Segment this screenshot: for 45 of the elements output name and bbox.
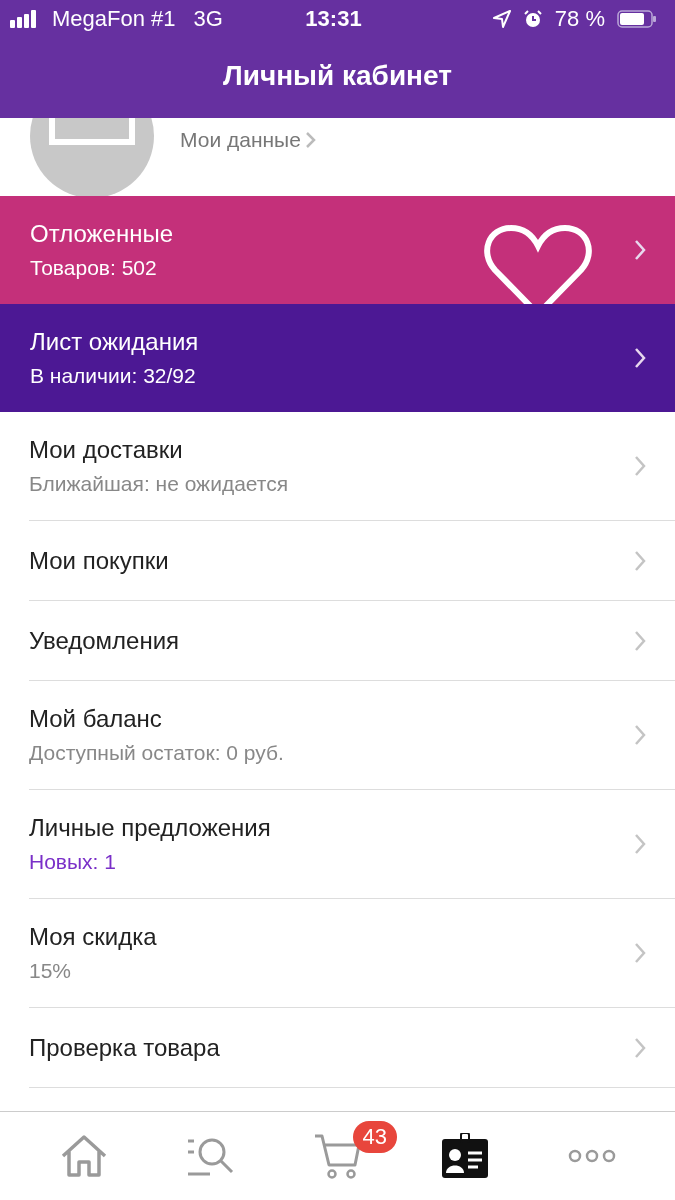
- chevron-icon: [633, 941, 647, 965]
- row-title: Проверка товара: [29, 1033, 221, 1062]
- row-title: Личные предложения: [29, 814, 272, 842]
- row-subtitle: Новых: 1: [29, 850, 117, 874]
- row-subtitle: Ближайшая: не ожидается: [29, 472, 290, 496]
- chevron-icon: [633, 454, 647, 478]
- location-arrow-icon: [492, 10, 511, 28]
- menu-row[interactable]: Мой баланс Доступный остаток: 0 руб.: [29, 681, 675, 790]
- cart-count-badge: 43: [352, 1121, 397, 1153]
- card-title: Лист ожидания: [30, 328, 200, 356]
- chevron-icon: [633, 238, 647, 262]
- menu-row[interactable]: Мои покупки: [29, 521, 675, 601]
- menu-row[interactable]: Моя скидка 15%: [29, 899, 675, 1008]
- chevron-icon: [633, 723, 647, 747]
- menu-row[interactable]: Проверка товара: [29, 1008, 675, 1088]
- chevron-icon: [304, 130, 317, 150]
- chevron-icon: [633, 346, 647, 370]
- id-badge-icon: [440, 1133, 489, 1179]
- carrier-name: MegaFon #1: [52, 6, 176, 32]
- my-data-link[interactable]: Мои данные: [180, 128, 317, 152]
- menu-row[interactable]: Личные предложения Новых: 1: [29, 790, 675, 899]
- battery-percent: 78 %: [554, 6, 605, 32]
- row-title: Моя скидка: [29, 923, 158, 951]
- menu-row[interactable]: Уведомления: [29, 601, 675, 681]
- network-type: 3G: [193, 6, 223, 32]
- menu-card[interactable]: Отложенные Товаров: 502: [0, 196, 675, 304]
- menu-row[interactable]: Мои доставки Ближайшая: не ожидается: [29, 412, 675, 521]
- card-subtitle: В наличии: 32/92: [30, 364, 197, 388]
- status-time: 13:31: [305, 6, 362, 32]
- row-title: Уведомления: [29, 626, 181, 655]
- row-title: Мои покупки: [29, 546, 170, 575]
- row-title: Мой баланс: [29, 705, 163, 733]
- alarm-clock-icon: [522, 9, 543, 29]
- row-subtitle: Доступный остаток: 0 руб.: [29, 741, 285, 765]
- card-title: Отложенные: [30, 220, 174, 248]
- home-icon: [59, 1134, 108, 1178]
- battery-icon: [617, 10, 657, 28]
- page-title: Личный кабинет: [222, 59, 453, 93]
- card-subtitle: Товаров: 502: [30, 256, 158, 280]
- menu-card[interactable]: Лист ожидания В наличии: 32/92: [0, 304, 675, 412]
- row-subtitle: 15%: [29, 959, 73, 983]
- chevron-icon: [633, 832, 647, 856]
- more-icon: [566, 1149, 617, 1163]
- heart-icon: [483, 222, 593, 304]
- row-title: Мои доставки: [29, 436, 184, 464]
